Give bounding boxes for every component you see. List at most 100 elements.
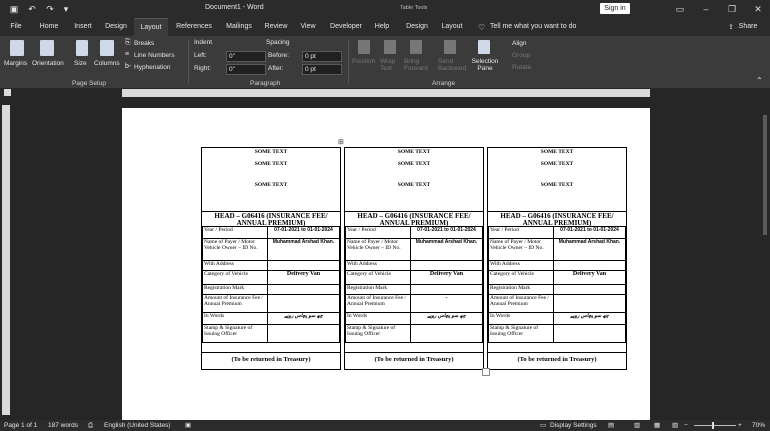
orientation-button[interactable]: Orientation [32,60,64,67]
ribbon-tabs: File Home Insert Design Layout Reference… [0,18,770,37]
tab-layout[interactable]: Layout [134,18,168,37]
row-value [410,284,483,295]
share-button[interactable]: Share [737,18,759,36]
web-layout-icon[interactable]: ▧ [672,421,678,431]
line-numbers-button[interactable]: Line Numbers [134,52,174,59]
tab-help[interactable]: Help [370,18,394,36]
row-label: Year / Period [202,226,268,239]
position-icon [358,40,370,54]
wrap-text-icon [384,40,396,54]
row-label: With Address [202,260,268,271]
document-title: Document1 - Word [205,4,264,11]
print-layout-icon[interactable]: ▦ [654,421,660,431]
zoom-slider-thumb[interactable] [712,422,714,429]
wrap-text-button[interactable]: Wrap Text [380,58,402,72]
columns-button[interactable]: Columns [94,60,120,67]
tab-table-design[interactable]: Design [402,18,432,36]
horizontal-ruler[interactable] [122,89,650,97]
row-label: Stamp & Signature of Issuing Officer [488,324,554,343]
row-label: Year / Period [345,226,411,239]
table-move-handle-icon[interactable]: ⊞ [338,138,344,146]
margins-button[interactable]: Margins [4,60,27,67]
proofing-icon[interactable]: ⎙ [88,421,93,431]
row-label: With Address [488,260,554,271]
zoom-out-icon[interactable]: − [684,421,688,431]
vertical-ruler[interactable] [2,105,10,415]
row-label: Stamp & Signature of Issuing Officer [345,324,411,343]
row-value: چھ سو پچاس روپے [553,312,626,325]
tab-references[interactable]: References [172,18,216,36]
scrollbar-thumb[interactable] [763,115,767,235]
breaks-button[interactable]: Breaks [134,40,154,47]
row-value: Delivery Van [267,270,340,285]
position-button[interactable]: Position [352,58,375,65]
group-separator [188,40,189,84]
minimize-icon[interactable]: – [698,2,714,16]
spacing-before-input[interactable]: 0 pt [302,51,342,62]
status-bar: Page 1 of 1 187 words ⎙ English (United … [0,420,770,431]
tab-review[interactable]: Review [261,18,291,36]
language[interactable]: English (United States) [104,421,170,431]
tab-view[interactable]: View [295,18,321,36]
row-value [267,260,340,271]
zoom-in-icon[interactable]: + [738,421,742,431]
zoom-level[interactable]: 70% [752,421,765,431]
ribbon-display-options-icon[interactable]: ▭ [672,2,688,16]
bring-forward-button[interactable]: Bring Forward [404,58,432,72]
table-resize-handle[interactable] [482,368,490,376]
size-button[interactable]: Size [74,60,87,67]
row-value [553,294,626,313]
sign-in-button[interactable]: Sign in [600,3,630,14]
tab-selector-icon[interactable] [4,89,11,96]
read-mode-icon[interactable]: ▥ [634,421,640,431]
indent-left-label: Left: [194,52,207,59]
row-value: Delivery Van [410,270,483,285]
document-page[interactable]: ⊞ SOME TEXT SOME TEXT SOME TEXT HEAD – G… [122,108,650,420]
tell-me-search[interactable]: Tell me what you want to do [490,18,590,36]
undo-icon[interactable]: ↶ [26,3,38,15]
send-backward-button[interactable]: Send Backward [438,58,467,72]
indent-right-input[interactable]: 0" [226,64,266,75]
tab-insert[interactable]: Insert [68,18,98,36]
tab-design[interactable]: Design [101,18,131,36]
customize-quick-access-icon[interactable]: ▾ [60,3,72,15]
row-value [410,260,483,271]
card-table: Year / Period 07-01-2021 to 01-01-2024 Na… [202,226,340,343]
tab-file[interactable]: File [4,18,28,36]
close-icon[interactable]: ✕ [750,2,766,16]
row-label: In Words [202,312,268,325]
row-label: Name of Payer / Motor Vehicle Owner – ID… [202,238,268,261]
card: SOME TEXT SOME TEXT SOME TEXT HEAD – G06… [487,147,627,370]
tab-mailings[interactable]: Mailings [221,18,257,36]
group-button[interactable]: Group [512,52,530,59]
zoom-slider[interactable] [694,425,736,426]
row-label: Name of Payer / Motor Vehicle Owner – ID… [345,238,411,261]
hyphenation-button[interactable]: Hyphenation [134,64,171,71]
page-count[interactable]: Page 1 of 1 [4,421,37,431]
focus-mode-icon[interactable]: ▤ [608,421,614,431]
card: SOME TEXT SOME TEXT SOME TEXT HEAD – G06… [201,147,341,370]
selection-pane-button[interactable]: Selection Pane [470,58,500,72]
display-settings-icon: ▭ [540,422,547,429]
tab-home[interactable]: Home [34,18,64,36]
row-value: چھ سو پچاس روپے [410,312,483,325]
card-head: HEAD – G06416 (INSURANCE FEE/ ANNUAL PRE… [488,211,626,227]
row-label: Category of Vehicle [345,270,411,285]
tab-table-layout[interactable]: Layout [437,18,467,36]
row-value [553,324,626,343]
display-settings-button[interactable]: Display Settings [550,421,597,431]
collapse-ribbon-icon[interactable]: ⌃ [756,76,763,85]
rotate-button[interactable]: Rotate [512,64,531,71]
word-count[interactable]: 187 words [48,421,78,431]
tab-developer[interactable]: Developer [326,18,366,36]
restore-icon[interactable]: ❐ [724,2,740,16]
indent-left-input[interactable]: 0" [226,51,266,62]
macro-record-icon[interactable]: ▣ [185,421,191,431]
some-text: SOME TEXT [254,149,288,155]
paragraph-group-label: Paragraph [250,80,281,87]
save-icon[interactable]: ▣ [8,3,20,15]
align-button[interactable]: Align [512,40,526,47]
margins-icon [10,40,24,56]
redo-icon[interactable]: ↷ [44,3,56,15]
spacing-after-input[interactable]: 0 pt [302,64,342,75]
